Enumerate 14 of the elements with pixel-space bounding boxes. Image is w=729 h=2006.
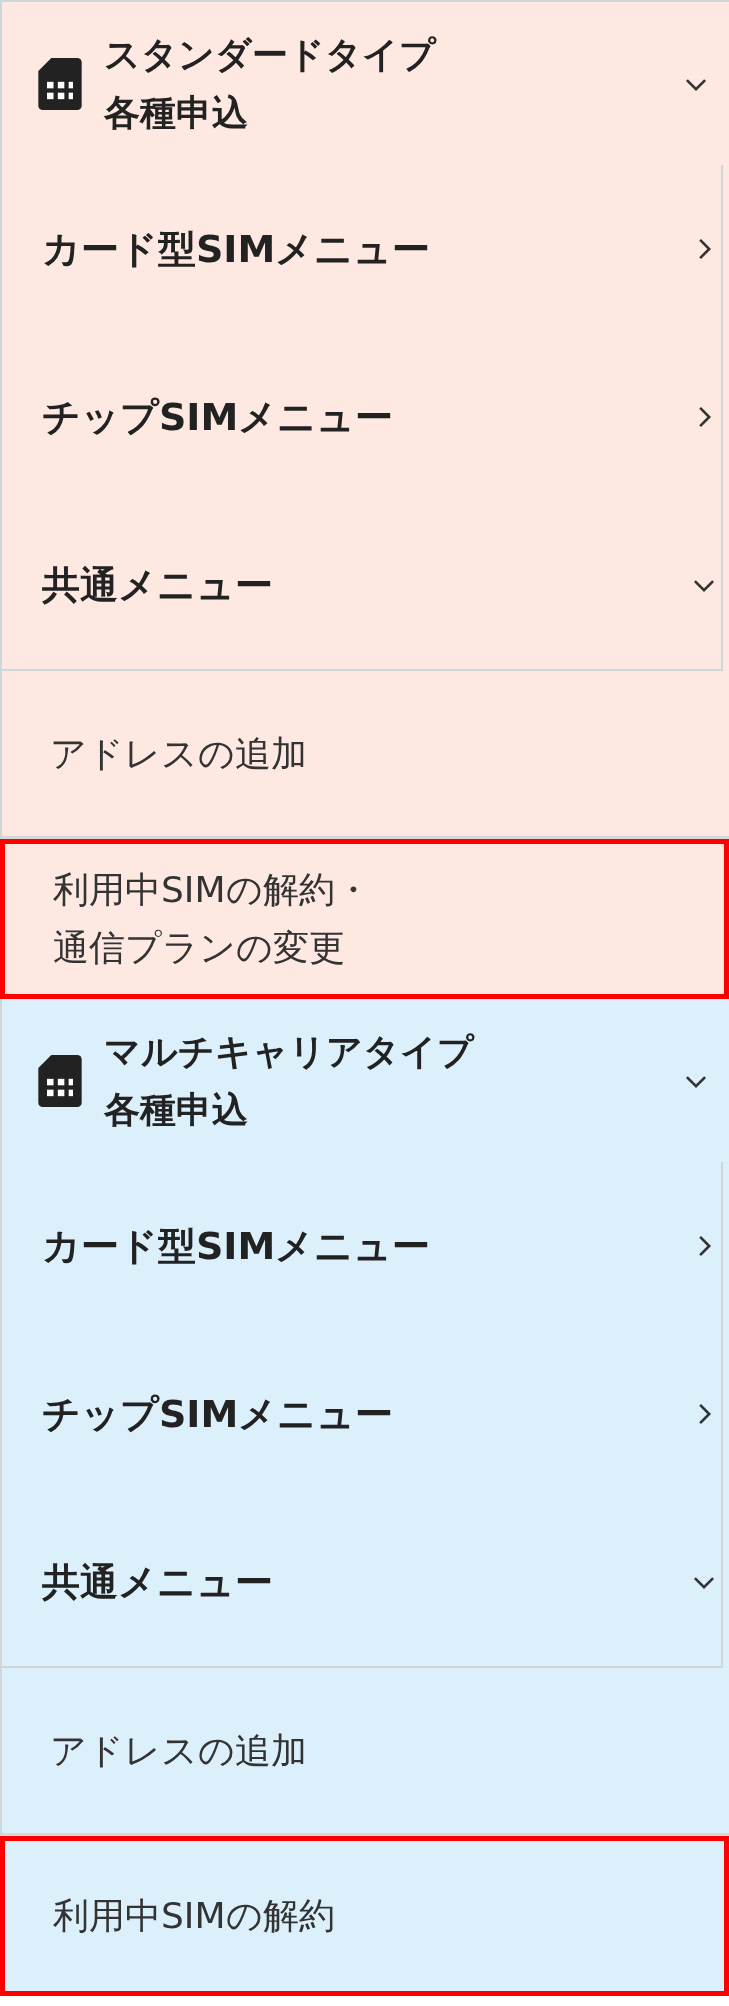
submenu-item[interactable]: カード型SIMメニュー	[2, 1162, 721, 1330]
menu-link[interactable]: アドレスの追加	[2, 671, 729, 839]
submenu-item[interactable]: カード型SIMメニュー	[2, 165, 721, 333]
section-header[interactable]: スタンダードタイプ 各種申込	[2, 2, 729, 165]
submenu-item[interactable]: 共通メニュー	[2, 501, 721, 669]
sim-card-icon	[38, 57, 82, 110]
submenu-item[interactable]: 共通メニュー	[2, 1498, 721, 1666]
sim-card-icon	[38, 1054, 82, 1107]
menu-link[interactable]: アドレスの追加	[2, 1668, 729, 1836]
menu-link[interactable]: 利用中SIMの解約	[0, 1836, 729, 1996]
menu-link[interactable]: 利用中SIMの解約・ 通信プランの変更	[0, 839, 729, 999]
section-header[interactable]: マルチキャリアタイプ 各種申込	[2, 999, 729, 1162]
submenu-item[interactable]: チップSIMメニュー	[2, 1330, 721, 1498]
submenu-item[interactable]: チップSIMメニュー	[2, 333, 721, 501]
